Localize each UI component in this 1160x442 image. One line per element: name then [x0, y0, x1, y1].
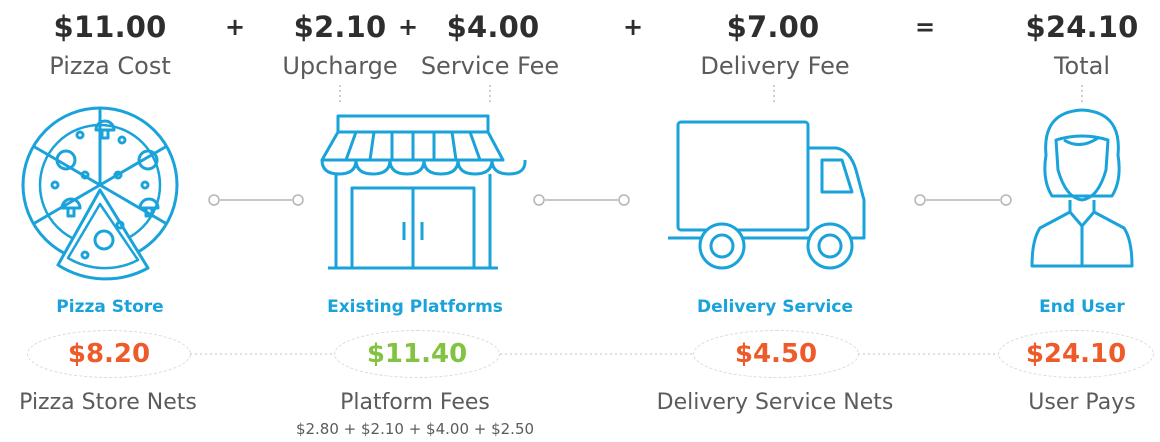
- platform-fees-formula: $2.80 + $2.10 + $4.00 + $2.50: [295, 420, 535, 438]
- net-ellipse-end-user: $24.10: [998, 330, 1154, 378]
- net-label-pizza-store: Pizza Store Nets: [19, 390, 197, 415]
- net-ellipse-delivery: $4.50: [693, 330, 859, 378]
- flow-diagram: [21, 85, 1134, 355]
- connector-delivery-user: [914, 194, 1012, 206]
- net-label-platforms: Platform Fees: [340, 390, 490, 415]
- net-ellipse-platforms: $11.40: [334, 330, 500, 378]
- entity-name-end-user: End User: [1039, 297, 1125, 317]
- user-icon: [1030, 108, 1134, 268]
- net-value-delivery: $4.50: [734, 339, 818, 369]
- net-label-end-user: User Pays: [1028, 390, 1136, 415]
- pizza-icon: [21, 106, 179, 281]
- delivery-truck-icon: [668, 120, 866, 270]
- net-label-delivery: Delivery Service Nets: [656, 390, 894, 415]
- storefront-icon: [320, 114, 527, 270]
- entity-name-pizza-store: Pizza Store: [56, 297, 164, 317]
- leader-lines: [339, 85, 1083, 104]
- connector-pizza-platform: [208, 194, 304, 206]
- entity-name-delivery-service: Delivery Service: [697, 297, 853, 317]
- connector-platform-delivery: [533, 194, 630, 206]
- net-value-platforms: $11.40: [366, 339, 468, 369]
- net-ellipse-pizza-store: $8.20: [27, 330, 191, 378]
- net-value-end-user: $24.10: [1025, 339, 1127, 369]
- net-value-pizza-store: $8.20: [67, 339, 151, 369]
- connectors: [208, 194, 1012, 206]
- entity-name-existing-platforms: Existing Platforms: [327, 297, 503, 317]
